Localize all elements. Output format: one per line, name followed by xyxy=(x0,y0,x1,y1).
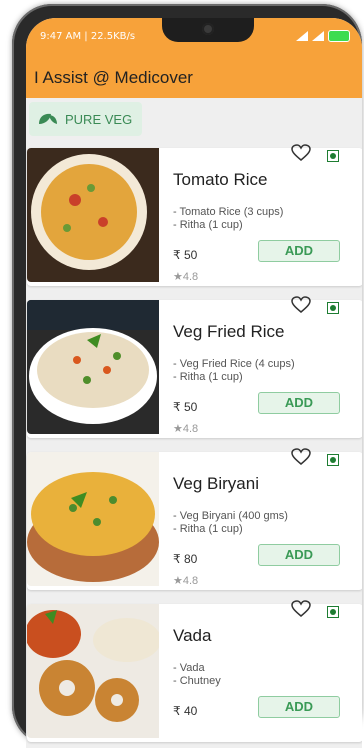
filter-row: PURE VEG xyxy=(26,102,362,148)
dish-name: Vada xyxy=(173,626,212,645)
heart-outline-icon[interactable] xyxy=(291,296,311,314)
dish-desc-line: - Ritha (1 cup) xyxy=(173,523,243,535)
dish-price: ₹ 80 xyxy=(173,552,198,566)
signal-icon xyxy=(296,31,308,41)
signal-icon-2 xyxy=(312,31,324,41)
veg-indicator-icon xyxy=(327,302,339,314)
dish-desc-line: - Veg Biryani (400 gms) xyxy=(173,510,288,522)
front-camera-icon xyxy=(202,23,214,35)
add-button[interactable]: ADD xyxy=(258,544,340,566)
dish-desc-line: - Tomato Rice (3 cups) xyxy=(173,206,284,218)
dish-image xyxy=(27,452,159,586)
leaf-icon xyxy=(39,113,57,124)
menu-item-veg-biryani[interactable]: Veg Biryani - Veg Biryani (400 gms) - Ri… xyxy=(27,448,362,590)
dish-desc-line: - Ritha (1 cup) xyxy=(173,219,243,231)
menu-item-vada[interactable]: Vada - Vada - Chutney ₹ 40 ADD xyxy=(27,600,362,742)
add-button[interactable]: ADD xyxy=(258,392,340,414)
heart-outline-icon[interactable] xyxy=(291,600,311,618)
dish-price: ₹ 40 xyxy=(173,704,198,718)
camera-notch xyxy=(162,18,254,42)
dish-description: - Veg Fried Rice (4 cups) - Ritha (1 cup… xyxy=(173,358,295,384)
dish-description: - Tomato Rice (3 cups) - Ritha (1 cup) xyxy=(173,206,283,232)
dish-rating: ★4.8 xyxy=(173,423,199,435)
dish-description: - Vada - Chutney xyxy=(173,662,221,688)
add-button[interactable]: ADD xyxy=(258,696,340,718)
veg-indicator-icon xyxy=(327,606,339,618)
dish-image xyxy=(27,604,159,738)
status-time-speed: 9:47 AM | 22.5KB/s xyxy=(40,31,136,42)
dish-desc-line: - Chutney xyxy=(173,675,221,687)
veg-indicator-icon xyxy=(327,454,339,466)
dish-image xyxy=(27,300,159,434)
menu-item-tomato-rice[interactable]: Tomato Rice - Tomato Rice (3 cups) - Rit… xyxy=(27,144,362,286)
phone-frame: 9:47 AM | 22.5KB/s I Assist @ Medicover … xyxy=(12,4,362,748)
heart-outline-icon[interactable] xyxy=(291,448,311,466)
app-bar: I Assist @ Medicover xyxy=(26,56,362,98)
status-bar: 9:47 AM | 22.5KB/s xyxy=(26,18,362,56)
dish-name: Veg Fried Rice xyxy=(173,322,285,341)
dish-price: ₹ 50 xyxy=(173,248,198,262)
dish-rating: ★4.8 xyxy=(173,575,199,587)
pure-veg-filter[interactable]: PURE VEG xyxy=(29,102,143,136)
pure-veg-label: PURE VEG xyxy=(65,111,133,127)
dish-name: Veg Biryani xyxy=(173,474,259,493)
dish-image xyxy=(27,148,159,282)
dish-desc-line: - Vada xyxy=(173,662,205,674)
status-icons xyxy=(296,30,350,42)
add-button[interactable]: ADD xyxy=(258,240,340,262)
dish-price: ₹ 50 xyxy=(173,400,198,414)
battery-icon xyxy=(328,30,350,42)
veg-indicator-icon xyxy=(327,150,339,162)
dish-rating: ★4.8 xyxy=(173,271,199,283)
app-screen: 9:47 AM | 22.5KB/s I Assist @ Medicover … xyxy=(26,18,362,748)
app-title: I Assist @ Medicover xyxy=(34,68,193,87)
dish-name: Tomato Rice xyxy=(173,170,268,189)
dish-desc-line: - Ritha (1 cup) xyxy=(173,371,243,383)
dish-desc-line: - Veg Fried Rice (4 cups) xyxy=(173,358,295,370)
dish-description: - Veg Biryani (400 gms) - Ritha (1 cup) xyxy=(173,510,288,536)
heart-outline-icon[interactable] xyxy=(291,144,311,162)
menu-item-veg-fried-rice[interactable]: Veg Fried Rice - Veg Fried Rice (4 cups)… xyxy=(27,296,362,438)
